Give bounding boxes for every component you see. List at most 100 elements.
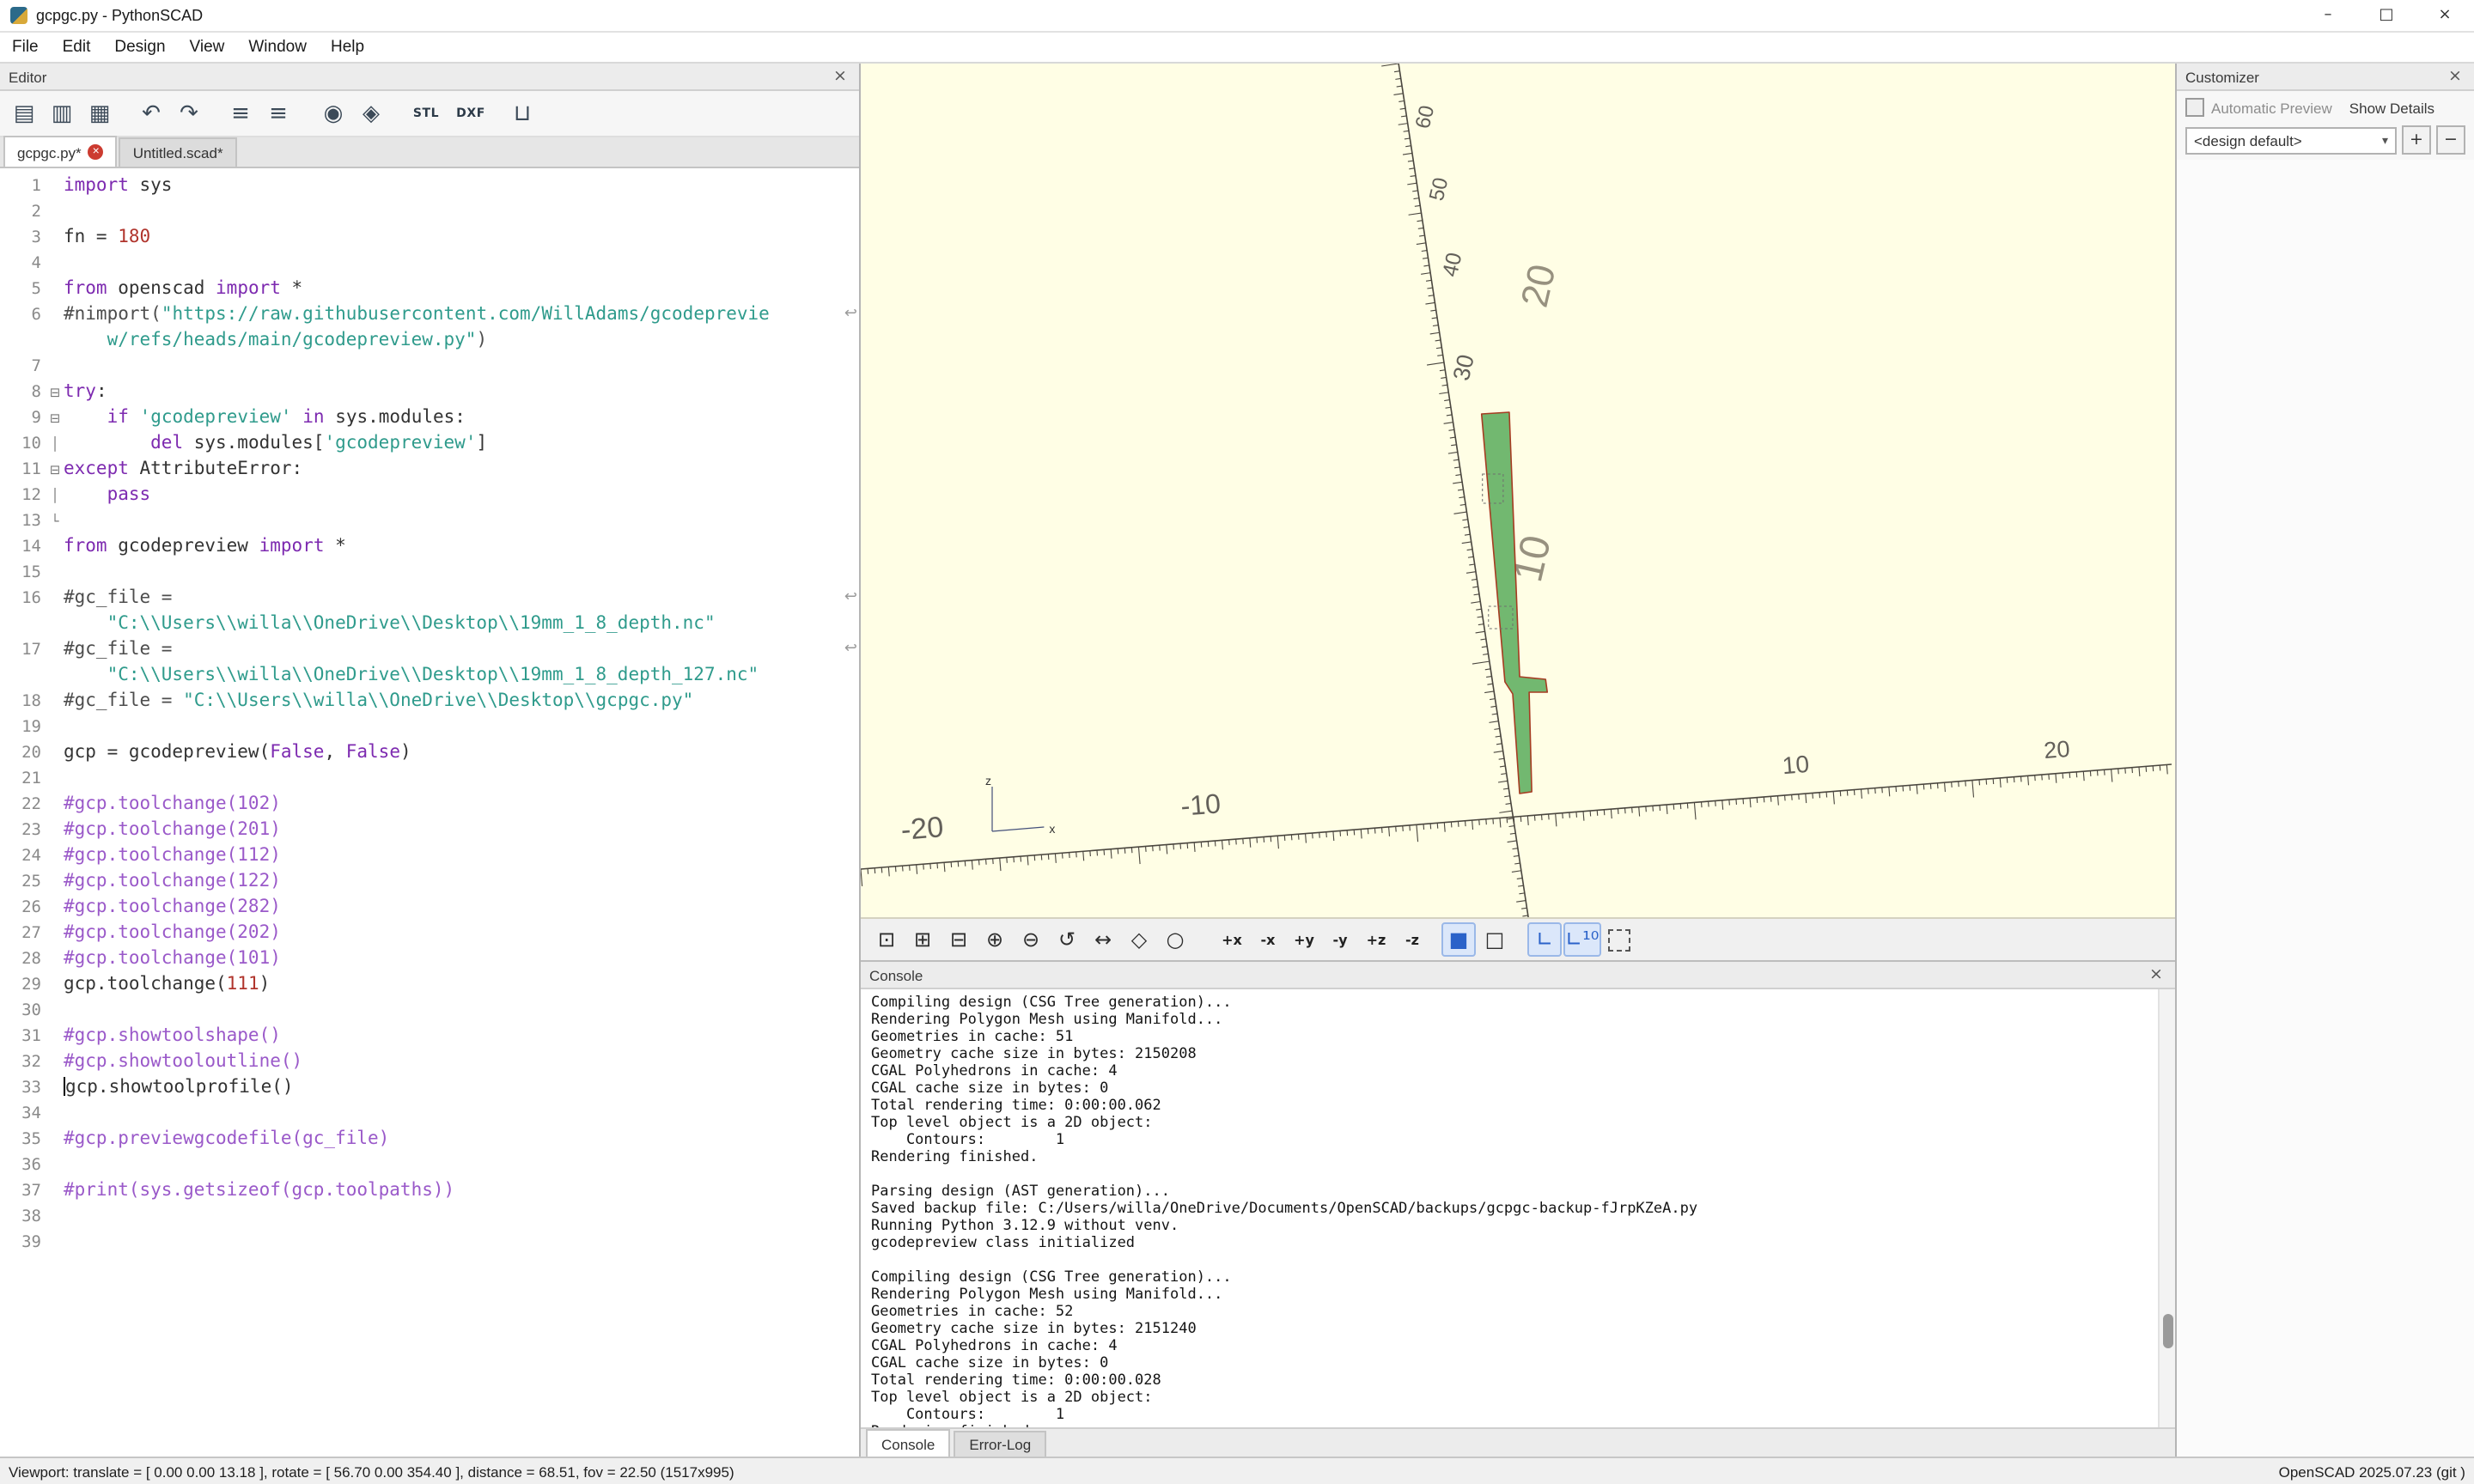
code-row[interactable]: 16#gc_file =↩ [0, 586, 859, 611]
fold-marker-icon[interactable]: ⊟ [46, 405, 64, 431]
code-row[interactable]: 10│ del sys.modules['gcodepreview'] [0, 431, 859, 457]
code-row[interactable]: 5from openscad import * [0, 277, 859, 302]
code-editor[interactable]: 1import sys23fn = 18045from openscad imp… [0, 168, 859, 1457]
code-row[interactable]: 35#gcp.previewgcodefile(gc_file) [0, 1127, 859, 1153]
console-output[interactable]: Compiling design (CSG Tree generation)..… [861, 989, 2175, 1427]
menu-edit[interactable]: Edit [51, 38, 103, 57]
export-stl-button[interactable]: STL [409, 96, 443, 131]
zoom-region-button[interactable]: ⊟ [941, 922, 976, 957]
code-line-text[interactable]: import sys [64, 173, 859, 199]
view-reset-button[interactable]: ⊞ [905, 922, 940, 957]
code-line-text[interactable]: if 'gcodepreview' in sys.modules: [64, 405, 859, 431]
print-3d-button[interactable]: ⊔ [505, 96, 539, 131]
zoom-out-button[interactable]: ⊖ [1014, 922, 1048, 957]
code-line-text[interactable]: #gcp.showtooloutline() [64, 1049, 859, 1075]
code-line-text[interactable]: fn = 180 [64, 225, 859, 251]
code-row[interactable]: 28#gcp.toolchange(101) [0, 946, 859, 972]
code-row[interactable]: 36 [0, 1153, 859, 1178]
viewport-canvas[interactable]: -20-101020605040302010zx [861, 64, 2175, 917]
undo-view-button[interactable]: ↺ [1050, 922, 1084, 957]
tab-untitled-scad-[interactable]: Untitled.scad* [119, 137, 237, 167]
remove-preset-button[interactable]: − [2436, 125, 2465, 155]
code-row[interactable]: 32#gcp.showtooloutline() [0, 1049, 859, 1075]
fold-marker-icon[interactable]: │ [46, 431, 64, 457]
code-line-text[interactable]: gcp = gcodepreview(False, False) [64, 740, 859, 766]
code-line-text[interactable]: gcp.toolchange(111) [64, 972, 859, 998]
fold-marker-icon[interactable]: └ [46, 508, 64, 534]
export-dxf-button[interactable]: DXF [454, 96, 488, 131]
new-file-button[interactable]: ▤ [7, 96, 41, 131]
view-right-button[interactable]: +x [1215, 922, 1249, 957]
code-line-text[interactable] [64, 251, 859, 277]
view-top-button[interactable]: +z [1359, 922, 1393, 957]
code-row[interactable]: 17#gc_file =↩ [0, 637, 859, 663]
code-row[interactable]: 14from gcodepreview import * [0, 534, 859, 560]
code-line-text[interactable]: #gcp.previewgcodefile(gc_file) [64, 1127, 859, 1153]
code-line-text[interactable] [64, 354, 859, 380]
menu-window[interactable]: Window [236, 38, 319, 57]
code-row[interactable]: 3fn = 180 [0, 225, 859, 251]
code-line-text[interactable]: except AttributeError: [64, 457, 859, 483]
menu-file[interactable]: File [0, 38, 51, 57]
code-row[interactable]: "C:\\Users\\willa\\OneDrive\\Desktop\\19… [0, 611, 859, 637]
preview-button[interactable]: ◉ [316, 96, 350, 131]
menu-view[interactable]: View [178, 38, 237, 57]
fold-marker-icon[interactable]: ⊟ [46, 457, 64, 483]
redo-button[interactable]: ↷ [172, 96, 206, 131]
code-row[interactable]: 22#gcp.toolchange(102) [0, 792, 859, 818]
code-line-text[interactable] [64, 1204, 859, 1230]
code-line-text[interactable] [64, 560, 859, 586]
tab-gcpgc-py-[interactable]: gcpgc.py*× [3, 136, 118, 167]
fold-marker-icon[interactable]: │ [46, 483, 64, 508]
console-scrollbar-thumb[interactable] [2163, 1313, 2173, 1347]
code-row[interactable]: 37#print(sys.getsizeof(gcp.toolpaths)) [0, 1178, 859, 1204]
code-row[interactable]: 29gcp.toolchange(111) [0, 972, 859, 998]
code-row[interactable]: 7 [0, 354, 859, 380]
code-line-text[interactable]: pass [64, 483, 859, 508]
code-row[interactable]: 30 [0, 998, 859, 1024]
maximize-button[interactable]: □ [2357, 0, 2416, 31]
code-line-text[interactable]: #nimport("https://raw.githubusercontent.… [64, 302, 859, 328]
code-row[interactable]: 34 [0, 1101, 859, 1127]
code-row[interactable]: w/refs/heads/main/gcodepreview.py") [0, 328, 859, 354]
design-preset-select[interactable]: <design default> ▾ [2185, 126, 2397, 154]
code-line-text[interactable] [64, 199, 859, 225]
code-line-text[interactable] [64, 715, 859, 740]
code-row[interactable]: 26#gcp.toolchange(282) [0, 895, 859, 921]
indent-button[interactable]: ≡ [223, 96, 258, 131]
code-row[interactable]: 33gcp.showtoolprofile() [0, 1075, 859, 1101]
code-line-text[interactable]: #gcp.showtoolshape() [64, 1024, 859, 1049]
view-bottom-button[interactable]: -z [1395, 922, 1429, 957]
code-row[interactable]: 13└ [0, 508, 859, 534]
close-window-button[interactable]: × [2416, 0, 2474, 31]
code-line-text[interactable] [64, 1153, 859, 1178]
code-line-text[interactable] [64, 766, 859, 792]
open-file-button[interactable]: ▥ [45, 96, 79, 131]
console-tab-error-log[interactable]: Error-Log [954, 1431, 1046, 1457]
code-row[interactable]: 25#gcp.toolchange(122) [0, 869, 859, 895]
code-row[interactable]: 12│ pass [0, 483, 859, 508]
code-row[interactable]: 38 [0, 1204, 859, 1230]
view-all-button[interactable]: ⊡ [869, 922, 904, 957]
code-row[interactable]: 9⊟ if 'gcodepreview' in sys.modules: [0, 405, 859, 431]
fit-width-button[interactable]: ↔ [1086, 922, 1120, 957]
console-scrollbar[interactable] [2158, 989, 2175, 1427]
code-line-text[interactable]: try: [64, 380, 859, 405]
view-gimbal-button[interactable] [1602, 922, 1636, 957]
3d-viewport[interactable]: -20-101020605040302010zx [861, 64, 2175, 919]
unindent-button[interactable]: ≡ [261, 96, 296, 131]
menu-design[interactable]: Design [102, 38, 177, 57]
perspective-button[interactable]: ■ [1441, 922, 1476, 957]
code-row[interactable]: 24#gcp.toolchange(112) [0, 843, 859, 869]
zoom-in-button[interactable]: ⊕ [978, 922, 1012, 957]
code-row[interactable]: 2 [0, 199, 859, 225]
editor-close-icon[interactable]: × [830, 67, 850, 86]
view-front-button[interactable]: -y [1323, 922, 1357, 957]
code-row[interactable]: 18#gc_file = "C:\\Users\\willa\\OneDrive… [0, 689, 859, 715]
fold-marker-icon[interactable]: ⊟ [46, 380, 64, 405]
menu-help[interactable]: Help [319, 38, 376, 57]
code-line-text[interactable]: #gcp.toolchange(101) [64, 946, 859, 972]
code-line-text[interactable] [64, 1230, 859, 1256]
code-row[interactable]: 19 [0, 715, 859, 740]
code-line-text[interactable]: from openscad import * [64, 277, 859, 302]
